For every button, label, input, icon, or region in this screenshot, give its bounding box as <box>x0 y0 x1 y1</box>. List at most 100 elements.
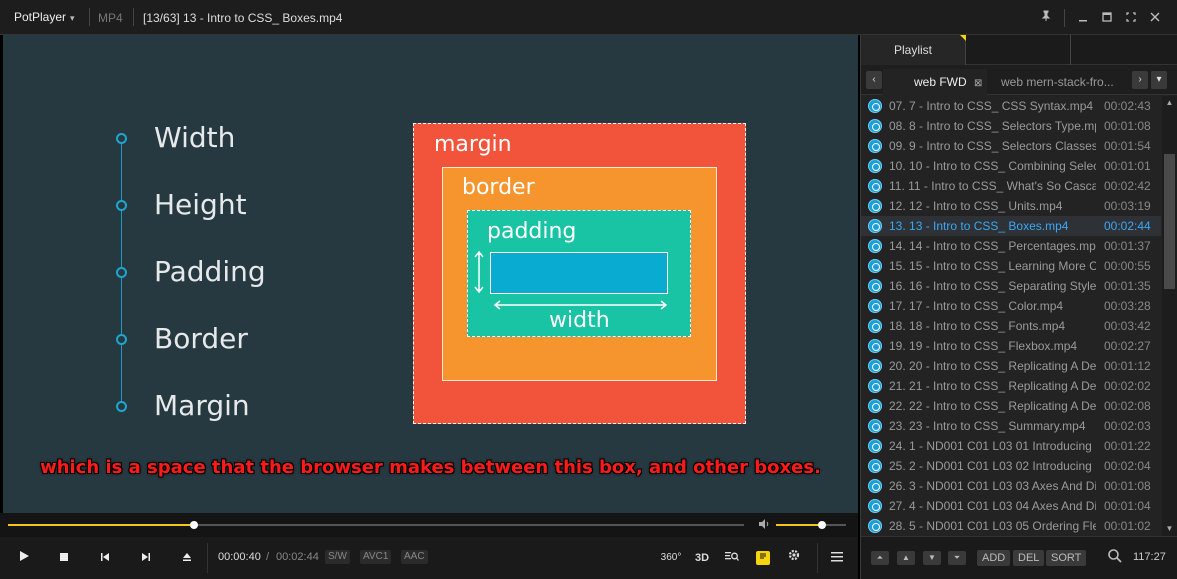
video-file-icon <box>868 199 882 213</box>
file-title: [13/63] 13 - Intro to CSS_ Boxes.mp4 <box>143 11 343 25</box>
move-up-icon[interactable]: ▲ <box>897 551 915 565</box>
playlist-item[interactable]: 23. 23 - Intro to CSS_ Summary.mp4 00:02:… <box>861 416 1161 436</box>
playlist-item[interactable]: 20. 20 - Intro to CSS_ Replicating A De.… <box>861 356 1161 376</box>
subtitle-toggle-icon[interactable] <box>756 551 770 565</box>
search-icon[interactable] <box>1107 548 1123 567</box>
playlist-item[interactable]: 18. 18 - Intro to CSS_ Fonts.mp4 00:03:42 <box>861 316 1161 336</box>
scroll-up-icon[interactable]: ▲ <box>1162 96 1177 110</box>
playlist-item[interactable]: 09. 9 - Intro to CSS_ Selectors Classes … <box>861 136 1161 156</box>
seek-knob[interactable] <box>190 521 199 529</box>
app-menu[interactable]: PotPlayer ▾ <box>14 10 75 24</box>
video-file-icon <box>868 519 882 533</box>
divider <box>207 543 208 573</box>
video-file-icon <box>868 279 882 293</box>
playlist-tab-web-fwd[interactable]: web FWD <box>883 69 987 95</box>
playlist-item-duration: 00:01:08 <box>1104 119 1151 133</box>
chevron-down-icon: ▾ <box>70 13 75 23</box>
volume-level <box>776 524 823 526</box>
playlist-item-title: 12. 12 - Intro to CSS_ Units.mp4 <box>889 199 1063 213</box>
video-file-icon <box>868 459 882 473</box>
video-file-icon <box>868 419 882 433</box>
bullet-label-width: Width <box>154 121 236 154</box>
playlist-item-title: 24. 1 - ND001 C01 L03 01 Introducing ... <box>889 439 1096 453</box>
control-bar: 00:00:40 / 00:02:44 S/W AVC1 AAC 360° 3D <box>0 537 858 579</box>
playlist-item-title: 08. 8 - Intro to CSS_ Selectors Type.mp4 <box>889 119 1096 133</box>
playlist-item-duration: 00:01:02 <box>1104 519 1151 533</box>
menu-icon[interactable] <box>827 548 847 568</box>
playlist-item[interactable]: 17. 17 - Intro to CSS_ Color.mp4 00:03:28 <box>861 296 1161 316</box>
tab-playlist[interactable]: Playlist <box>861 35 966 65</box>
move-top-icon[interactable]: ⏶ <box>871 551 889 565</box>
pin-icon[interactable] <box>1034 7 1058 29</box>
chevron-down-icon[interactable]: ▾ <box>1151 71 1167 89</box>
chevron-right-icon[interactable]: › <box>1132 71 1148 89</box>
playlist-item-title: 17. 17 - Intro to CSS_ Color.mp4 <box>889 299 1064 313</box>
gear-icon[interactable] <box>784 548 804 568</box>
volume-icon[interactable] <box>758 518 770 533</box>
playlist-item[interactable]: 25. 2 - ND001 C01 L03 02 Introducing ...… <box>861 456 1161 476</box>
playlist-list: 07. 7 - Intro to CSS_ CSS Syntax.mp4 00:0… <box>861 96 1161 536</box>
add-button[interactable]: ADD <box>977 550 1011 566</box>
bullet-dot <box>116 200 127 211</box>
playlist-item-duration: 00:00:55 <box>1104 259 1151 273</box>
volume-knob[interactable] <box>818 521 827 529</box>
sort-button[interactable]: SORT <box>1046 550 1087 566</box>
chevron-left-icon[interactable]: ‹ <box>866 71 882 89</box>
video-file-icon <box>868 139 882 153</box>
playlist-item[interactable]: 08. 8 - Intro to CSS_ Selectors Type.mp4… <box>861 116 1161 136</box>
volume-slider[interactable] <box>776 521 846 529</box>
playlist-item[interactable]: 13. 13 - Intro to CSS_ Boxes.mp4 00:02:44 <box>861 216 1161 236</box>
playlist-item[interactable]: 26. 3 - ND001 C01 L03 03 Axes And Dir...… <box>861 476 1161 496</box>
video-codec-badge[interactable]: AVC1 <box>360 550 392 564</box>
playlist-item[interactable]: 07. 7 - Intro to CSS_ CSS Syntax.mp4 00:0… <box>861 96 1161 116</box>
app-name: PotPlayer <box>14 10 67 24</box>
playlist-tab-mern[interactable]: web mern-stack-fro... <box>989 69 1129 95</box>
playlist-item[interactable]: 24. 1 - ND001 C01 L03 01 Introducing ...… <box>861 436 1161 456</box>
seek-bar[interactable] <box>8 521 744 529</box>
playlist-item-title: 13. 13 - Intro to CSS_ Boxes.mp4 <box>889 219 1069 233</box>
playlist-item[interactable]: 22. 22 - Intro to CSS_ Replicating A De.… <box>861 396 1161 416</box>
playlist-item[interactable]: 19. 19 - Intro to CSS_ Flexbox.mp4 00:02:… <box>861 336 1161 356</box>
eject-icon[interactable] <box>177 548 197 568</box>
playlist-item[interactable]: 21. 21 - Intro to CSS_ Replicating A De.… <box>861 376 1161 396</box>
time-separator: / <box>266 551 270 563</box>
video-frame[interactable]: Width Height Padding Border Margin margi… <box>3 35 858 513</box>
previous-icon[interactable] <box>95 548 115 568</box>
playlist-scrollbar[interactable]: ▲ ▼ <box>1162 96 1177 536</box>
bullet-dot <box>116 133 127 144</box>
video-file-icon <box>868 299 882 313</box>
delete-button[interactable]: DEL <box>1013 550 1045 566</box>
playlist-item[interactable]: 14. 14 - Intro to CSS_ Percentages.mp4 00… <box>861 236 1161 256</box>
playlist-item[interactable]: 12. 12 - Intro to CSS_ Units.mp4 00:03:19 <box>861 196 1161 216</box>
bullet-dot <box>116 334 127 345</box>
playlist-item[interactable]: 27. 4 - ND001 C01 L03 04 Axes And Dir...… <box>861 496 1161 516</box>
move-down-icon[interactable]: ▼ <box>923 551 941 565</box>
seek-progress <box>8 524 195 526</box>
playlist-item-duration: 00:01:54 <box>1104 139 1151 153</box>
divider <box>1064 9 1065 27</box>
move-bottom-icon[interactable]: ⏷ <box>948 551 966 565</box>
playlist-search-icon[interactable] <box>722 548 742 568</box>
close-icon[interactable] <box>1143 7 1167 29</box>
playlist-item[interactable]: 10. 10 - Intro to CSS_ Combining Selec..… <box>861 156 1161 176</box>
stop-icon[interactable] <box>54 548 74 568</box>
scroll-thumb[interactable] <box>1164 154 1175 289</box>
maximize-icon[interactable] <box>1095 7 1119 29</box>
scroll-down-icon[interactable]: ▼ <box>1162 522 1177 536</box>
close-tab-icon[interactable]: ⊠ <box>974 78 982 89</box>
playlist-item[interactable]: 16. 16 - Intro to CSS_ Separating Style.… <box>861 276 1161 296</box>
play-icon[interactable] <box>14 548 34 568</box>
fullscreen-icon[interactable] <box>1119 7 1143 29</box>
playlist-item[interactable]: 11. 11 - Intro to CSS_ What's So Casca..… <box>861 176 1161 196</box>
video-file-icon <box>868 179 882 193</box>
minimize-icon[interactable] <box>1071 7 1095 29</box>
playlist-item-duration: 00:02:44 <box>1104 219 1151 233</box>
playlist-item[interactable]: 15. 15 - Intro to CSS_ Learning More C..… <box>861 256 1161 276</box>
video-file-icon <box>868 439 882 453</box>
3d-icon[interactable]: 3D <box>692 548 712 568</box>
next-icon[interactable] <box>136 548 156 568</box>
sw-decoder-badge[interactable]: S/W <box>325 550 350 564</box>
vr-360-icon[interactable]: 360° <box>660 548 682 568</box>
audio-codec-badge[interactable]: AAC <box>401 550 428 564</box>
playlist-item[interactable]: 28. 5 - ND001 C01 L03 05 Ordering Fle...… <box>861 516 1161 536</box>
